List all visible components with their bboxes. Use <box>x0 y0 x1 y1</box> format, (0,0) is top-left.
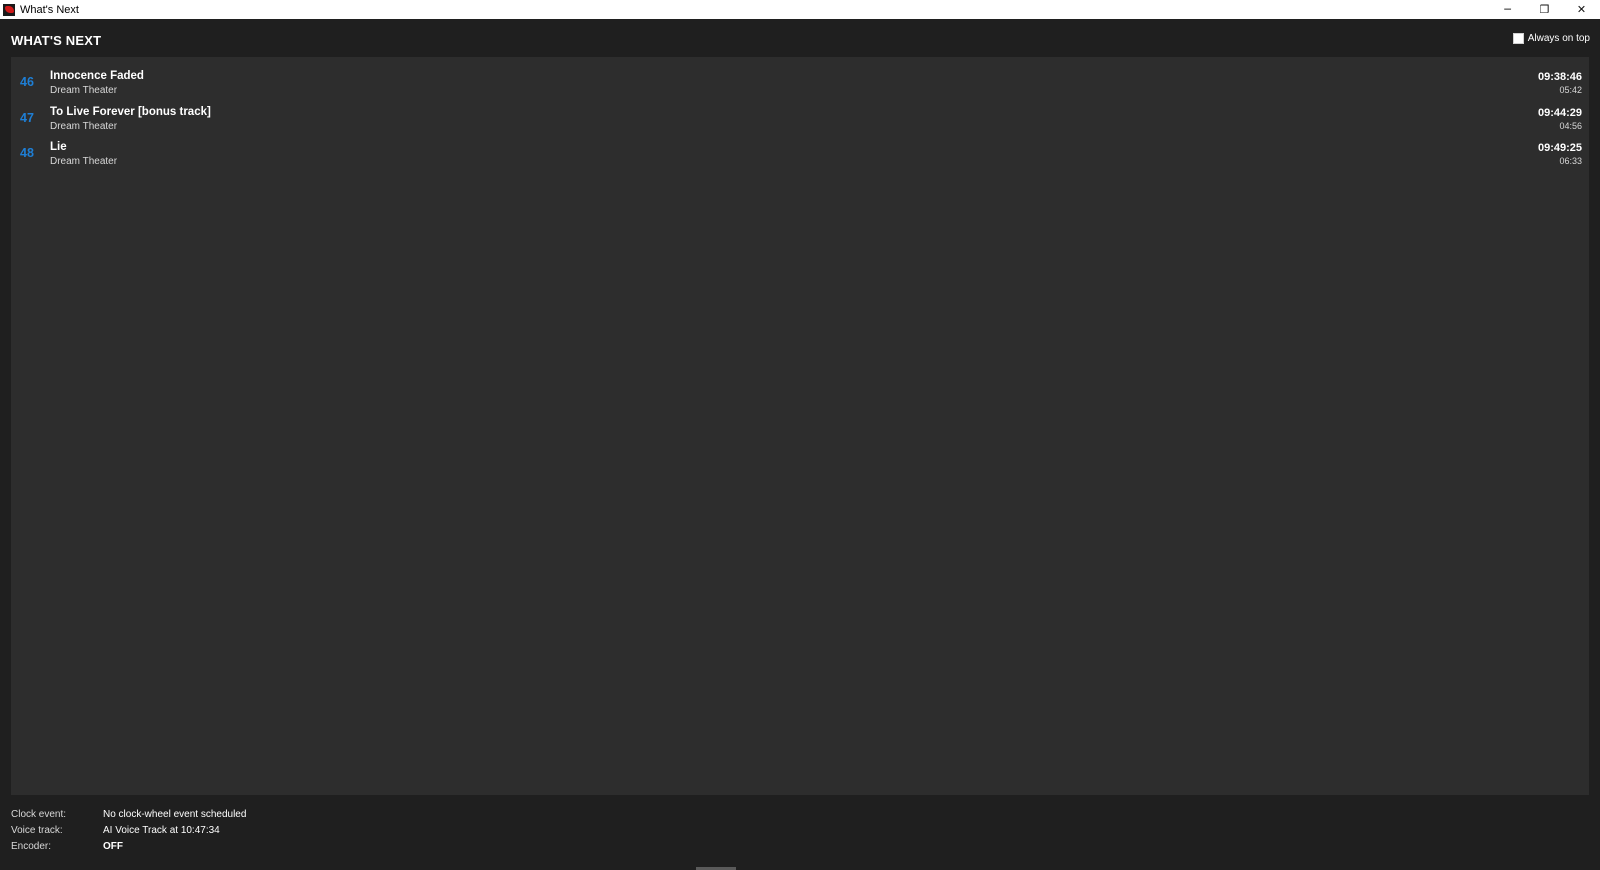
queue-row-start-time: 09:38:46 <box>1537 71 1582 83</box>
queue-row-start-time: 09:44:29 <box>1537 106 1582 119</box>
close-button[interactable]: ✕ <box>1563 0 1600 19</box>
queue-row-number: 48 <box>20 146 34 160</box>
minimize-button[interactable]: ─ <box>1489 0 1526 19</box>
restore-button[interactable]: ❐ <box>1526 0 1563 19</box>
queue-list: 46 Innocence Faded Dream Theater 09:38:4… <box>11 57 1589 795</box>
clock-event-status: Clock event: No clock-wheel event schedu… <box>11 809 246 820</box>
clock-event-value: No clock-wheel event scheduled <box>103 809 247 820</box>
window-titlebar: What's Next ─ ❐ ✕ <box>0 0 1600 19</box>
clock-event-label: Clock event: <box>11 809 67 820</box>
voice-track-label: Voice track: <box>11 825 63 836</box>
voice-track-value: AI Voice Track at 10:47:34 <box>103 825 220 836</box>
queue-row-artist: Dream Theater <box>50 120 118 132</box>
queue-row-duration: 06:33 <box>1559 156 1582 166</box>
encoder-status: Encoder: OFF <box>11 841 123 852</box>
queue-row-duration: 04:56 <box>1559 120 1582 131</box>
queue-row[interactable]: 46 Innocence Faded Dream Theater 09:38:4… <box>11 64 1589 100</box>
app-logo-icon <box>3 3 15 16</box>
queue-row-duration: 05:42 <box>1559 85 1582 95</box>
queue-row-artist: Dream Theater <box>50 85 118 96</box>
queue-row[interactable]: 48 Lie Dream Theater 09:49:25 06:33 <box>11 135 1589 171</box>
always-on-top-checkbox[interactable] <box>1512 33 1524 44</box>
queue-row-start-time: 09:49:25 <box>1537 142 1582 154</box>
queue-row-title: Innocence Faded <box>50 70 144 82</box>
encoder-label: Encoder: <box>11 841 52 852</box>
window-title: What's Next <box>20 3 79 16</box>
status-footer: Clock event: No clock-wheel event schedu… <box>0 795 1600 870</box>
queue-row-title: Lie <box>50 141 67 153</box>
queue-row[interactable]: 47 To Live Forever [bonus track] Dream T… <box>11 100 1589 136</box>
queue-row-number: 47 <box>20 110 34 125</box>
page-title: WHAT'S NEXT <box>11 33 102 48</box>
queue-row-number: 46 <box>20 75 34 89</box>
voice-track-status: Voice track: AI Voice Track at 10:47:34 <box>11 825 220 836</box>
always-on-top-label: Always on top <box>1527 33 1590 44</box>
encoder-value: OFF <box>103 841 123 852</box>
always-on-top-toggle[interactable]: Always on top <box>1512 33 1590 44</box>
window-controls: ─ ❐ ✕ <box>1489 0 1600 19</box>
queue-row-artist: Dream Theater <box>50 156 118 167</box>
header-bar: WHAT'S NEXT Always on top <box>0 19 1600 57</box>
queue-row-title: To Live Forever [bonus track] <box>50 105 211 118</box>
